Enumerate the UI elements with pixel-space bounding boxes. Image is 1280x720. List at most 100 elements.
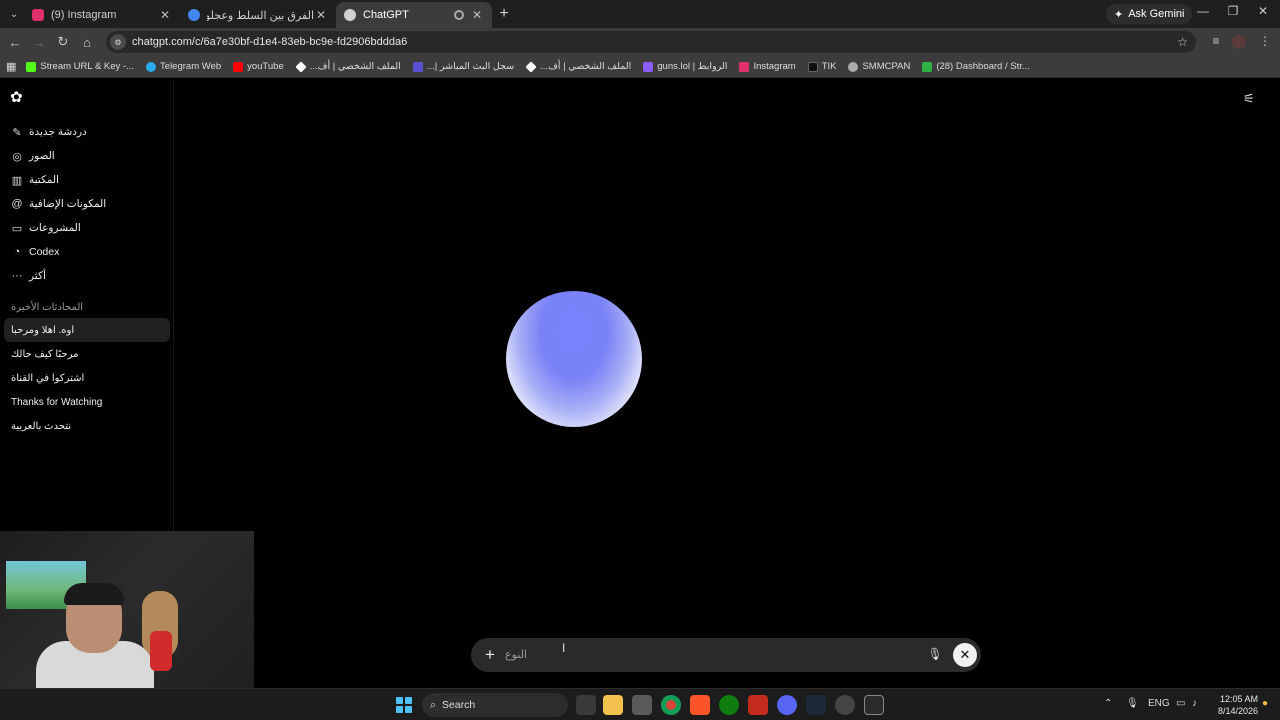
profile-avatar[interactable]	[1232, 35, 1246, 49]
sidebar-item-plugins[interactable]: @ المكونات الإضافية	[0, 192, 174, 216]
instagram-icon	[739, 61, 750, 72]
network-icon[interactable]: ▭	[1176, 698, 1185, 709]
voice-composer-bar: + النوع 🎙︎ ✕	[471, 638, 981, 672]
close-window-icon[interactable]: ✕	[1248, 4, 1278, 18]
chat-item[interactable]: مرحبًا كيف حالك	[4, 342, 170, 366]
text-cursor-icon: I	[562, 641, 566, 655]
tab-google-search[interactable]: الفرق بين السلط وعجلون - بحث ✕	[180, 2, 336, 28]
forward-arrow-icon[interactable]: →	[27, 35, 51, 50]
telegram-icon	[146, 61, 157, 72]
taskbar-search-label: Search	[441, 699, 476, 711]
store-icon[interactable]	[632, 695, 652, 715]
sidebar-item-label: الصور	[29, 150, 55, 162]
sidebar-item-projects[interactable]: ▭ المشروعات	[0, 216, 174, 240]
tab-chatgpt[interactable]: ChatGPT ✕	[336, 2, 492, 28]
bookmark-item[interactable]: سجل البث المباشر |...	[412, 61, 514, 72]
c-icon	[412, 61, 423, 72]
bookmark-item[interactable]: الملف الشخصي | أف...	[525, 60, 632, 73]
bookmark-item[interactable]: SMMCPAN	[848, 61, 910, 72]
add-attachment-icon[interactable]: +	[481, 645, 499, 665]
system-clock[interactable]: 12:05 AM 8/14/2026	[1206, 693, 1258, 717]
bookmark-item[interactable]: guns.lol | الروابط	[643, 61, 727, 72]
clock-date: 8/14/2026	[1217, 706, 1258, 716]
chat-item[interactable]: اوه. اهلا ومرحبا	[4, 318, 170, 342]
sidebar-item-label: Codex	[29, 246, 60, 258]
bookmark-label: SMMCPAN	[862, 61, 911, 72]
back-arrow-icon[interactable]: ←	[3, 35, 27, 50]
tab-instagram[interactable]: (9) Instagram ✕	[24, 2, 180, 28]
bookmark-item[interactable]: الملف الشخصي | أف...	[295, 60, 401, 73]
webcam-red-light	[150, 631, 172, 671]
voice-mode-orb	[506, 291, 642, 427]
home-icon[interactable]: ⌂	[75, 35, 99, 50]
file-explorer-icon[interactable]	[603, 695, 623, 715]
app-icon[interactable]	[835, 695, 855, 715]
bookmark-item[interactable]: Stream URL & Key -...	[26, 61, 134, 72]
diamond-icon	[525, 60, 537, 73]
chrome-icon[interactable]	[661, 695, 681, 715]
kick-icon	[26, 61, 37, 72]
openai-logo-icon[interactable]: ✿	[10, 90, 26, 106]
sidebar-item-images[interactable]: ◎ الصور	[0, 144, 174, 168]
site-info-icon[interactable]: ⚙	[110, 34, 126, 50]
bookmark-star-icon[interactable]: ☆	[1177, 35, 1188, 49]
bookmark-label: (28) Dashboard / Str...	[936, 61, 1030, 72]
microphone-icon[interactable]: 🎙︎	[1126, 698, 1139, 709]
discord-icon[interactable]	[777, 695, 797, 715]
volume-icon[interactable]: ♪	[1192, 698, 1197, 709]
restore-icon[interactable]: ❐	[1218, 4, 1248, 18]
input-language[interactable]: ENG	[1148, 698, 1170, 709]
reload-icon[interactable]: ↻	[51, 34, 75, 50]
bookmark-item[interactable]: youTube	[233, 61, 284, 72]
tab-close-icon[interactable]: ✕	[158, 8, 172, 22]
address-bar[interactable]: ⚙ chatgpt.com/c/6a7e30bf-d1e4-83eb-bc9e-…	[106, 31, 1196, 53]
bookmark-label: الملف الشخصي | أف...	[309, 61, 401, 72]
xbox-icon[interactable]	[719, 695, 739, 715]
notification-bell-icon[interactable]: ●	[1262, 698, 1268, 709]
bookmark-item[interactable]: (28) Dashboard / Str...	[922, 61, 1030, 72]
chat-item[interactable]: نتحدث بالعربية	[4, 414, 170, 438]
task-view-icon[interactable]	[576, 695, 596, 715]
chat-item[interactable]: Thanks for Watching	[4, 390, 170, 414]
minimize-icon[interactable]: —	[1188, 4, 1218, 18]
recorder-icon[interactable]	[748, 695, 768, 715]
brave-icon[interactable]	[690, 695, 710, 715]
bookmark-item[interactable]: Telegram Web	[146, 61, 221, 72]
dashboard-icon	[922, 61, 933, 72]
bookmark-label: الملف الشخصي | أف...	[540, 61, 632, 72]
tab-close-icon[interactable]: ✕	[470, 8, 484, 22]
chat-title: نتحدث بالعربية	[11, 420, 72, 432]
gemini-sparkle-icon: ✦	[1114, 8, 1124, 21]
media-controls-icon[interactable]: ≡	[1207, 34, 1225, 48]
guns-lol-icon	[643, 61, 654, 72]
browser-menu-icon[interactable]: ⋮	[1256, 34, 1274, 48]
bookmark-item[interactable]: Instagram	[739, 61, 796, 72]
search-icon: ⌕	[430, 698, 436, 711]
sidebar-item-codex[interactable]: ◔ Codex	[0, 240, 174, 264]
chat-item[interactable]: اشتركوا في القناة	[4, 366, 170, 390]
tab-close-icon[interactable]: ✕	[314, 8, 328, 22]
bookmark-label: Instagram	[753, 61, 796, 72]
tab-search-chevron-icon[interactable]: ⌄	[4, 4, 24, 24]
steam-icon[interactable]	[806, 695, 826, 715]
sidebar-item-new-chat[interactable]: ✎ دردشة جديدة	[0, 120, 174, 144]
end-voice-button[interactable]: ✕	[953, 643, 977, 667]
new-tab-button[interactable]: +	[492, 5, 516, 23]
bookmark-label: Telegram Web	[160, 61, 222, 72]
bookmark-item[interactable]: TIK	[807, 61, 836, 72]
taskbar-search[interactable]: ⌕ Search	[422, 693, 568, 717]
images-icon: ◎	[12, 150, 22, 163]
tray-chevron-icon[interactable]: ⌃	[1104, 698, 1112, 709]
ask-gemini-label: Ask Gemini	[1128, 8, 1185, 20]
url-text: chatgpt.com/c/6a7e30bf-d1e4-83eb-bc9e-fd…	[132, 36, 408, 48]
sidebar-item-more[interactable]: ··· أكثر	[0, 264, 174, 288]
sidebar-item-library[interactable]: ▥ المكتبة	[0, 168, 174, 192]
globe-icon	[848, 61, 859, 72]
ask-gemini-button[interactable]: ✦ Ask Gemini	[1106, 4, 1193, 24]
apps-grid-icon[interactable]: ▦	[6, 60, 16, 73]
epic-games-icon[interactable]	[864, 695, 884, 715]
windows-start-icon[interactable]	[396, 697, 412, 713]
composer-placeholder[interactable]: النوع	[505, 648, 527, 661]
voice-settings-icon[interactable]: ⚟	[1243, 91, 1257, 106]
mic-muted-icon[interactable]: 🎙︎	[927, 647, 943, 661]
